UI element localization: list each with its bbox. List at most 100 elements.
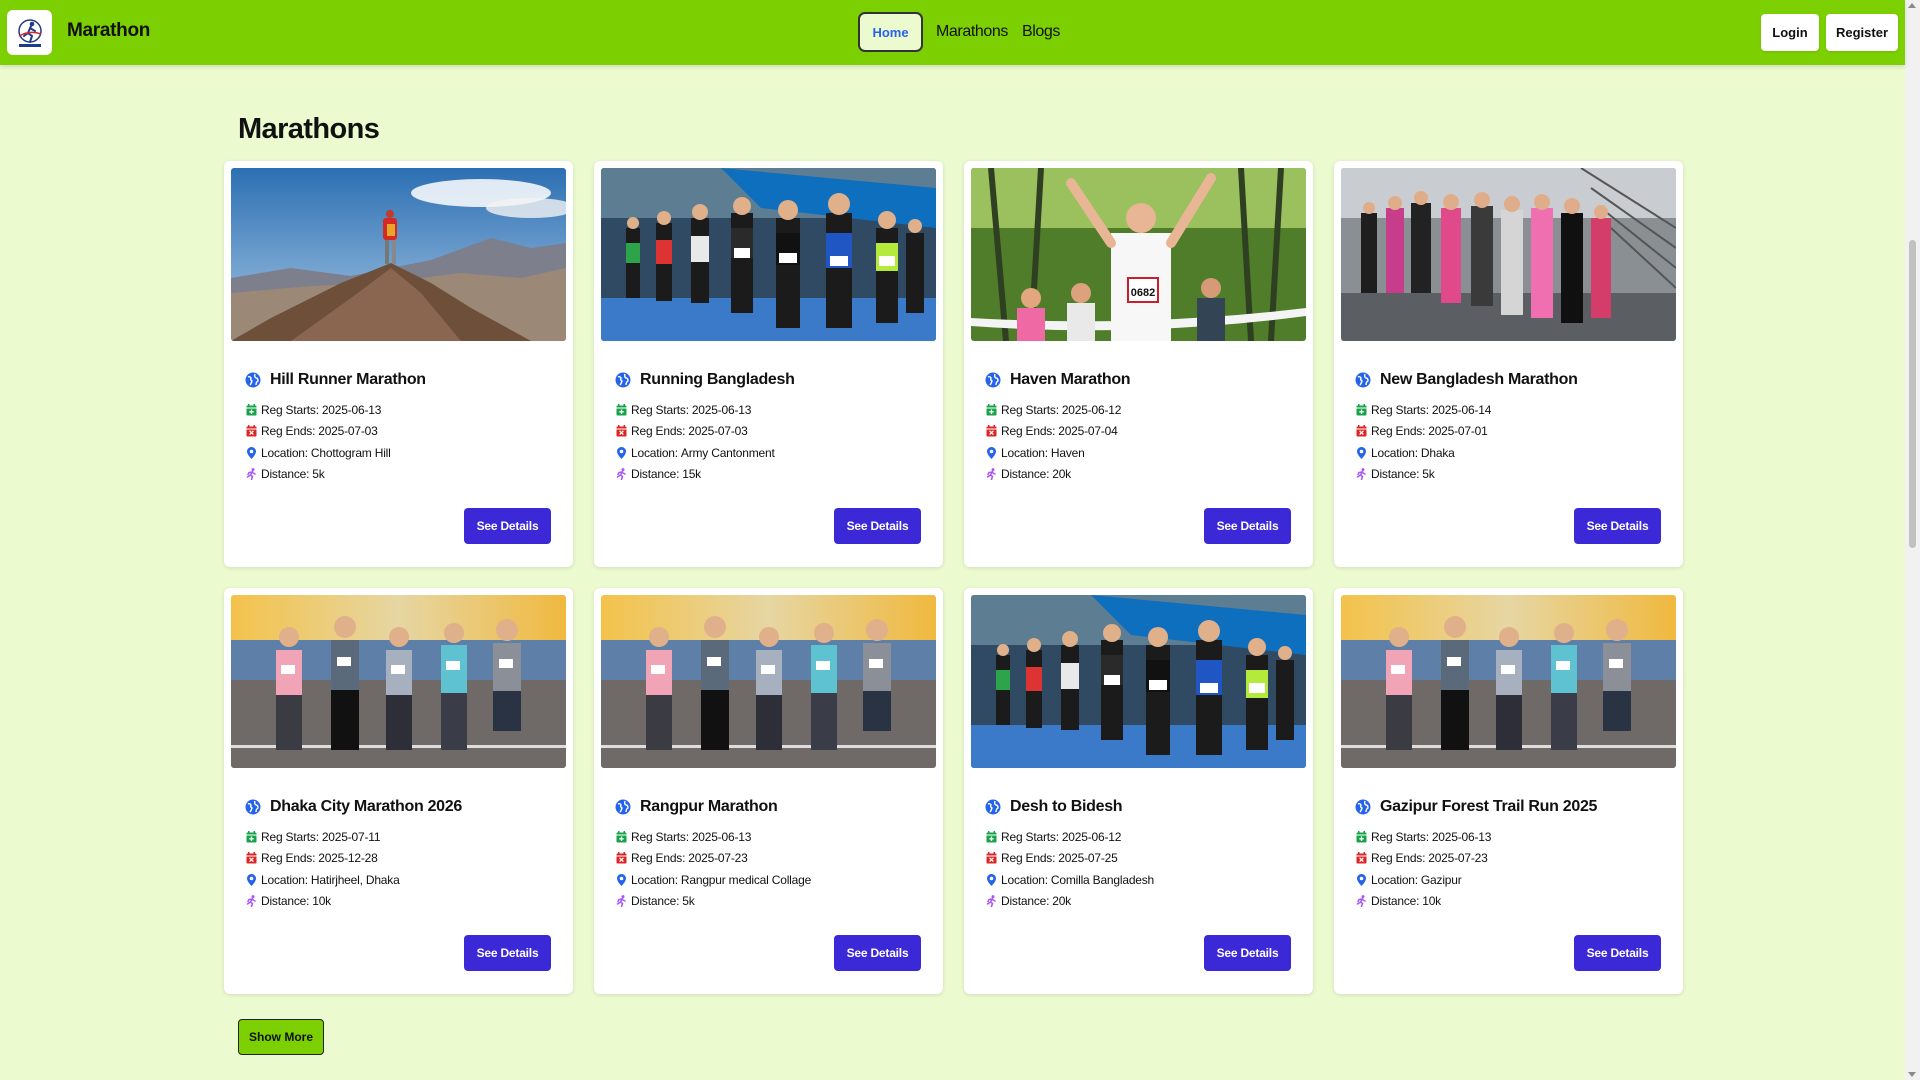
- globe-icon: [245, 372, 261, 388]
- reg-starts-label: Reg Starts:: [631, 830, 689, 844]
- page-scrollbar[interactable]: [1905, 0, 1920, 1080]
- calendar-x-icon: [245, 852, 257, 864]
- location-pin-icon: [615, 447, 627, 459]
- see-details-button[interactable]: See Details: [1204, 935, 1291, 971]
- reg-ends-row: Reg Ends: 2025-07-03: [245, 424, 378, 438]
- runner-icon: [245, 895, 257, 907]
- marathon-title[interactable]: Haven Marathon: [1010, 371, 1131, 389]
- distance-label: Distance:: [261, 467, 310, 481]
- calendar-x-icon: [615, 852, 627, 864]
- reg-ends-row: Reg Ends: 2025-07-03: [615, 424, 748, 438]
- marathon-image: [1341, 168, 1676, 341]
- marathon-title-row: New Bangladesh Marathon: [1355, 371, 1578, 389]
- runner-logo-icon: [17, 18, 42, 47]
- marathon-title[interactable]: Hill Runner Marathon: [270, 371, 426, 389]
- distance-value: 20k: [1052, 467, 1071, 481]
- nav-home-button[interactable]: Home: [858, 12, 923, 52]
- marathon-title-row: Rangpur Marathon: [615, 798, 778, 816]
- marathon-card: Running Bangladesh Reg Starts: 2025-06-1…: [594, 161, 943, 567]
- marathon-title[interactable]: Gazipur Forest Trail Run 2025: [1380, 798, 1597, 816]
- see-details-button[interactable]: See Details: [1574, 935, 1661, 971]
- reg-ends-value: 2025-07-04: [1058, 424, 1118, 438]
- location-value: Army Cantonment: [680, 446, 775, 460]
- marathon-title[interactable]: New Bangladesh Marathon: [1380, 371, 1578, 389]
- calendar-plus-icon: [1355, 404, 1367, 416]
- see-details-button[interactable]: See Details: [1204, 508, 1291, 544]
- location-row: Location: Haven: [985, 446, 1085, 460]
- calendar-x-icon: [1355, 425, 1367, 437]
- distance-label: Distance:: [1371, 467, 1420, 481]
- marathon-image: 0682: [971, 168, 1306, 341]
- location-label: Location:: [1371, 446, 1418, 460]
- distance-value: 5k: [1422, 467, 1435, 481]
- runner-icon: [1355, 895, 1367, 907]
- location-value: Hatirjheel, Dhaka: [310, 873, 400, 887]
- distance-row: Distance: 5k: [1355, 467, 1435, 481]
- see-details-button[interactable]: See Details: [464, 935, 551, 971]
- see-details-button[interactable]: See Details: [834, 508, 921, 544]
- calendar-plus-icon: [1355, 831, 1367, 843]
- marathon-title[interactable]: Running Bangladesh: [640, 371, 795, 389]
- reg-ends-value: 2025-07-03: [688, 424, 748, 438]
- login-button[interactable]: Login: [1761, 14, 1819, 51]
- calendar-plus-icon: [985, 831, 997, 843]
- location-label: Location:: [631, 446, 678, 460]
- reg-starts-label: Reg Starts:: [261, 403, 319, 417]
- reg-ends-row: Reg Ends: 2025-07-04: [985, 424, 1118, 438]
- marathon-card: Hill Runner Marathon Reg Starts: 2025-06…: [224, 161, 573, 567]
- brand-logo[interactable]: [7, 10, 52, 55]
- marathon-image: [231, 595, 566, 768]
- location-row: Location: Gazipur: [1355, 873, 1462, 887]
- marathon-title[interactable]: Desh to Bidesh: [1010, 798, 1123, 816]
- runner-icon: [615, 895, 627, 907]
- scroll-up-arrow-icon[interactable]: [1908, 3, 1916, 8]
- location-row: Location: Rangpur medical Collage: [615, 873, 811, 887]
- reg-ends-label: Reg Ends:: [1001, 851, 1056, 865]
- reg-ends-label: Reg Ends:: [631, 851, 686, 865]
- reg-starts-row: Reg Starts: 2025-06-13: [1355, 830, 1491, 844]
- distance-label: Distance:: [1001, 467, 1050, 481]
- scroll-thumb[interactable]: [1909, 240, 1916, 548]
- location-pin-icon: [615, 874, 627, 886]
- runner-icon: [615, 468, 627, 480]
- scroll-down-arrow-icon[interactable]: [1908, 1072, 1916, 1077]
- location-value: Dhaka: [1420, 446, 1455, 460]
- brand-name[interactable]: Marathon: [67, 20, 150, 42]
- see-details-button[interactable]: See Details: [1574, 508, 1661, 544]
- reg-ends-value: 2025-12-28: [318, 851, 378, 865]
- distance-row: Distance: 20k: [985, 894, 1071, 908]
- runner-icon: [985, 895, 997, 907]
- reg-starts-label: Reg Starts:: [631, 403, 689, 417]
- location-pin-icon: [985, 874, 997, 886]
- reg-starts-value: 2025-06-13: [321, 403, 382, 417]
- calendar-plus-icon: [985, 404, 997, 416]
- reg-ends-row: Reg Ends: 2025-07-23: [1355, 851, 1488, 865]
- see-details-button[interactable]: See Details: [834, 935, 921, 971]
- distance-label: Distance:: [1001, 894, 1050, 908]
- see-details-button[interactable]: See Details: [464, 508, 551, 544]
- reg-starts-row: Reg Starts: 2025-06-13: [615, 830, 751, 844]
- reg-starts-value: 2025-06-12: [1061, 830, 1122, 844]
- nav-marathons-link[interactable]: Marathons: [936, 23, 1008, 41]
- svg-text:0682: 0682: [1131, 287, 1155, 299]
- distance-label: Distance:: [631, 894, 680, 908]
- marathon-title[interactable]: Rangpur Marathon: [640, 798, 778, 816]
- location-row: Location: Dhaka: [1355, 446, 1455, 460]
- reg-ends-value: 2025-07-01: [1428, 424, 1488, 438]
- distance-row: Distance: 10k: [1355, 894, 1441, 908]
- calendar-plus-icon: [245, 831, 257, 843]
- reg-starts-row: Reg Starts: 2025-06-12: [985, 403, 1121, 417]
- nav-blogs-link[interactable]: Blogs: [1022, 23, 1060, 41]
- distance-value: 15k: [682, 467, 701, 481]
- reg-starts-value: 2025-06-13: [691, 830, 752, 844]
- reg-ends-row: Reg Ends: 2025-07-25: [985, 851, 1118, 865]
- show-more-button[interactable]: Show More: [238, 1019, 324, 1055]
- marathon-title[interactable]: Dhaka City Marathon 2026: [270, 798, 462, 816]
- navbar: Marathon Home Marathons Blogs Login Regi…: [0, 0, 1905, 65]
- location-pin-icon: [245, 874, 257, 886]
- reg-ends-row: Reg Ends: 2025-07-23: [615, 851, 748, 865]
- marathon-grid: Hill Runner Marathon Reg Starts: 2025-06…: [224, 161, 1683, 994]
- register-button[interactable]: Register: [1826, 14, 1898, 51]
- reg-starts-value: 2025-07-11: [321, 830, 381, 844]
- location-pin-icon: [1355, 874, 1367, 886]
